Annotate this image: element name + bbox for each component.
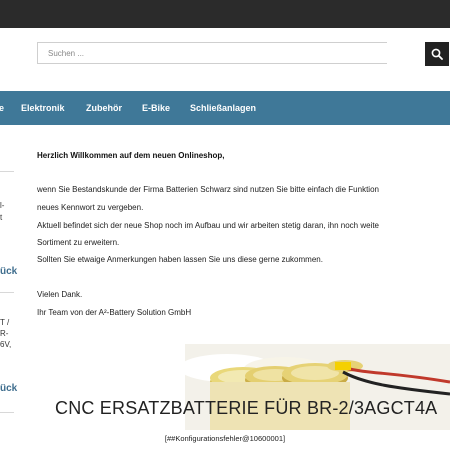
sidebar-product-snippet: 6V, bbox=[0, 340, 12, 349]
welcome-text-line: neues Kennwort zu vergeben. bbox=[37, 203, 144, 212]
welcome-title: Herzlich Willkommen auf dem neuen Online… bbox=[37, 151, 225, 160]
sidebar-divider bbox=[0, 412, 14, 413]
sidebar-link[interactable]: ück bbox=[0, 266, 17, 277]
nav-item-partial[interactable]: e bbox=[0, 91, 4, 125]
product-title[interactable]: CNC ERSATZBATTERIE FÜR BR-2/3AGCT4A bbox=[55, 398, 437, 419]
welcome-text-line: Ihr Team von der A²-Battery Solution Gmb… bbox=[37, 308, 192, 317]
sidebar-divider bbox=[0, 171, 14, 172]
search-bar bbox=[37, 42, 449, 66]
welcome-text-line: Vielen Dank. bbox=[37, 290, 83, 299]
welcome-text-line: Aktuell befindet sich der neue Shop noch… bbox=[37, 221, 379, 230]
nav-item-e-bike[interactable]: E-Bike bbox=[142, 91, 170, 125]
sidebar-link[interactable]: ück bbox=[0, 383, 17, 394]
nav-item-schliessanlagen[interactable]: Schließanlagen bbox=[190, 91, 256, 125]
config-error-text: [##Konfigurationsfehler@10600001] bbox=[164, 434, 286, 443]
sidebar-product-snippet: T / bbox=[0, 318, 10, 327]
nav-item-elektronik[interactable]: Elektronik bbox=[21, 91, 65, 125]
welcome-text-line: wenn Sie Bestandskunde der Firma Batteri… bbox=[37, 185, 379, 194]
search-input[interactable] bbox=[37, 42, 387, 64]
nav-item-zubehoer[interactable]: Zubehör bbox=[86, 91, 122, 125]
sidebar-product-snippet: l- bbox=[0, 201, 5, 210]
welcome-text-line: Sollten Sie etwaige Anmerkungen haben la… bbox=[37, 255, 323, 264]
search-button[interactable] bbox=[425, 42, 449, 66]
search-icon bbox=[431, 48, 443, 60]
main-navigation: e Elektronik Zubehör E-Bike Schließanlag… bbox=[0, 91, 450, 125]
sidebar-product-snippet: R- bbox=[0, 329, 9, 338]
top-bar bbox=[0, 0, 450, 28]
sidebar-divider bbox=[0, 292, 14, 293]
sidebar-product-snippet: t bbox=[0, 213, 3, 222]
welcome-text-line: Sortiment zu erweitern. bbox=[37, 238, 120, 247]
